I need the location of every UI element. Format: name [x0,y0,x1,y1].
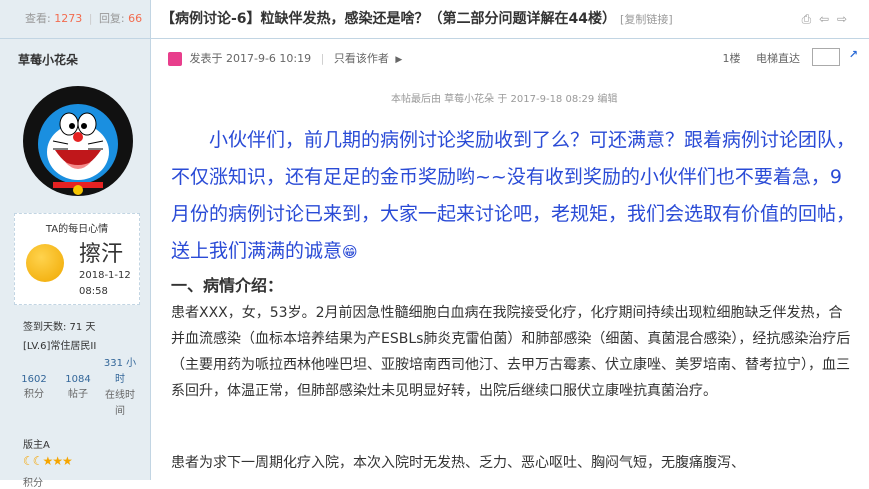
case-paragraph-2: 患者为求下一周期化疗入院，本次入院时无发热、乏力、恶心呕吐、胸闷气短，无腹痛腹泻… [171,455,745,471]
views-count: 1273 [54,12,83,25]
print-icon[interactable]: ⎙ [802,12,812,26]
mood-title: TA的每日心情 [45,224,109,235]
thread-stats: 查看: 1273 | 回复: 66 [0,0,150,39]
floor-number: 1楼 电梯直达 [722,52,801,65]
mood-text: 擦汗 [79,242,124,267]
post-date: 发表于 2017-9-6 10:19 [189,52,312,65]
daily-mood-box: TA的每日心情 擦汗 2018-1-12 08:58 [14,213,140,305]
author-name[interactable]: 草莓小花朵 [0,51,150,68]
post-meta: 发表于 2017-9-6 10:19 | 只看该作者 ▶ 1楼 电梯直达 ↗ [168,48,858,68]
sign-days[interactable]: 签到天数: 71 天 [23,318,95,333]
doraemon-avatar-icon [38,104,118,195]
thread-title: 【病例讨论-6】粒缺伴发热，感染还是啥？（第二部分问题详解在44楼） [复制链接] [161,11,673,27]
points-stat[interactable]: 1602 积分 [14,374,54,400]
sweat-face-icon [26,244,64,282]
replies-label: 回复: [98,12,125,25]
edit-note: 本帖最后由 草莓小花朵 于 2017-9-18 08:29 编辑 [391,94,618,105]
author-sidebar: 查看: 1273 | 回复: 66 草莓小花朵 TA的每日心情 擦汗 2018-… [0,0,151,489]
user-rank[interactable]: 版主A [23,436,50,451]
only-author-link[interactable]: 只看该作者 [334,52,389,65]
copy-link[interactable]: [复制链接] [620,13,673,26]
online-status-icon [168,52,182,66]
online-stat[interactable]: 331 小时 在线时间 [102,356,138,420]
replies-count: 66 [128,12,143,25]
prev-thread-icon[interactable]: ⇦ [819,12,829,26]
mood-date: 2018-1-12 08:58 [79,270,131,297]
case-paragraph-1: 患者XXX，女，53岁。2月前因急性髓细胞白血病在我院接受化疗，化疗期间持续出现… [171,305,851,399]
views-label: 查看: [25,12,51,25]
go-arrow-icon[interactable]: ↗ [849,48,858,61]
thread-title-bar: 【病例讨论-6】粒缺伴发热，感染还是啥？（第二部分问题详解在44楼） [复制链接]… [151,0,869,39]
floor-jump-input[interactable] [812,48,840,66]
posts-stat[interactable]: 1084 帖子 [58,374,98,400]
title-actions: ⎙ ⇦ ⇨ [802,12,847,27]
section-heading: 一、病情介绍： [171,276,284,295]
next-thread-icon[interactable]: ⇨ [837,12,847,26]
points-label-partial: 积分 [23,478,43,489]
user-level[interactable]: [LV.6]常住居民II [23,337,96,352]
grin-emoji-icon: 😁 [342,243,358,261]
avatar[interactable] [23,86,133,196]
rank-stars-icon: ☾☾★★★ [23,454,73,468]
post-lead: 小伙伴们，前几期的病例讨论奖励收到了么？可还满意？跟着病例讨论团队，不仅涨知识，… [171,129,856,262]
post-area: 【病例讨论-6】粒缺伴发热，感染还是啥？（第二部分问题详解在44楼） [复制链接]… [151,0,869,480]
caret-right-icon: ▶ [395,55,403,65]
